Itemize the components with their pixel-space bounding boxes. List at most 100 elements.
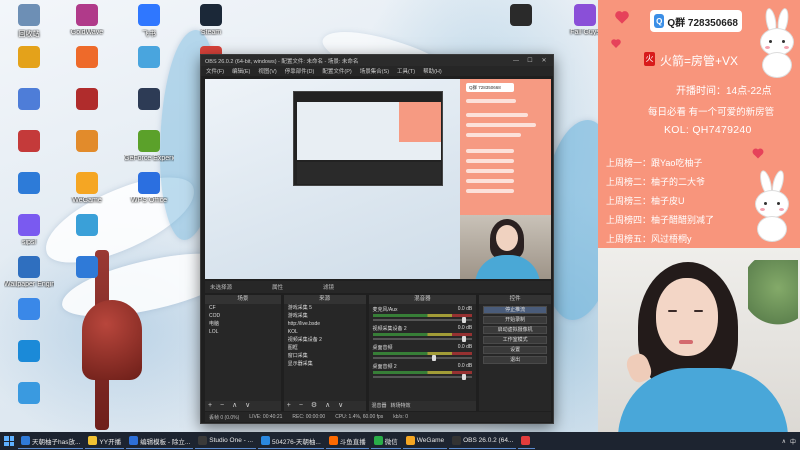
desktop-shortcut[interactable] — [62, 130, 112, 174]
obs-titlebar[interactable]: OBS 26.0.2 (64-bit, windows) - 配置文件: 未命名… — [201, 55, 553, 66]
taskbar-app-button[interactable]: OBS 26.0.2 (64... — [449, 433, 517, 449]
menu-view[interactable]: 视图(V) — [258, 67, 276, 75]
stop-streaming-button[interactable]: 停止推流 — [483, 306, 547, 314]
desktop-shortcut[interactable] — [4, 130, 54, 174]
desktop-shortcut[interactable] — [62, 46, 112, 90]
taskbar-app-button[interactable]: 天朝柚子has放... — [18, 433, 84, 449]
menu-docks[interactable]: 停靠部件(D) — [285, 67, 315, 75]
qq-icon: Q — [654, 14, 665, 28]
source-item[interactable]: http://live.bsde — [284, 320, 366, 328]
menu-scene-collection[interactable]: 场景集合(S) — [360, 67, 389, 75]
desktop-shortcut[interactable] — [4, 88, 54, 132]
desktop-shortcut[interactable]: 飞书 — [124, 4, 174, 48]
taskbar-app-label: 斗鱼直播 — [339, 438, 366, 446]
source-item[interactable]: 显示器采集 — [284, 360, 366, 368]
taskbar-app-button[interactable]: 微信 — [370, 433, 401, 449]
scenes-toolbar[interactable]: + − ∧ ∨ — [205, 401, 281, 411]
app-icon — [76, 172, 98, 194]
sources-toolbar[interactable]: + − ⚙ ∧ ∨ — [283, 401, 366, 411]
desktop-shortcut[interactable] — [4, 298, 54, 342]
filters-button[interactable]: 滤镜 — [323, 283, 334, 291]
obs-preview[interactable]: Q群 728350668 — [205, 79, 551, 279]
input-method-indicator[interactable]: 中 — [790, 437, 796, 446]
menu-profile[interactable]: 配置文件(P) — [322, 67, 351, 75]
desktop-shortcut[interactable]: 回收站 — [4, 4, 54, 48]
source-item[interactable]: 游戏采集 5 — [284, 304, 366, 312]
app-icon — [76, 256, 98, 278]
source-item[interactable]: 图框 — [284, 344, 366, 352]
menu-tools[interactable]: 工具(T) — [397, 67, 415, 75]
desktop-shortcut[interactable]: GoldWave — [62, 4, 112, 48]
taskbar-app-icon — [521, 436, 531, 445]
obs-statusbar: 丢帧 0 (0.0%) LIVE: 00:40:21 REC: 00:00:00… — [205, 412, 551, 422]
desktop-shortcut-label: sipsl — [21, 239, 36, 246]
desktop-shortcut[interactable] — [62, 88, 112, 132]
desktop-shortcut[interactable]: sipsl — [4, 214, 54, 258]
channel-db: 0.0 dB — [457, 344, 473, 350]
tab-transitions[interactable]: 转场特效 — [391, 401, 411, 411]
properties-button[interactable]: 属性 — [272, 283, 283, 291]
settings-button[interactable]: 设置 — [483, 346, 547, 354]
tab-mixer[interactable]: 混音器 — [372, 401, 387, 411]
taskbar-app-icon — [88, 436, 98, 445]
kol-id: KOL: QH7479240 — [664, 124, 752, 136]
obs-window[interactable]: OBS 26.0.2 (64-bit, windows) - 配置文件: 未命名… — [200, 54, 554, 424]
taskbar-app-button[interactable]: Studio One - ... — [195, 433, 256, 449]
taskbar-app-button[interactable]: WeGame — [402, 433, 448, 449]
maximize-button[interactable]: ☐ — [525, 57, 535, 64]
source-item[interactable]: 游戏采集 — [284, 312, 366, 320]
desktop-shortcut-label: 回收站 — [18, 31, 40, 38]
source-item[interactable]: 窗口采集 — [284, 352, 366, 360]
taskbar-app-button[interactable] — [518, 433, 536, 449]
desktop-shortcut[interactable] — [124, 46, 174, 90]
taskbar-app-icon — [328, 436, 338, 445]
source-item[interactable]: 视频采集设备 2 — [284, 336, 366, 344]
volume-slider[interactable] — [372, 317, 473, 323]
taskbar-app-button[interactable]: 504276-天朝柚... — [258, 433, 324, 449]
taskbar-app-icon — [261, 436, 270, 445]
volume-meter — [372, 333, 473, 336]
app-icon — [76, 4, 98, 26]
taskbar-app-label: WeGame — [416, 437, 445, 444]
menu-file[interactable]: 文件(F) — [206, 67, 224, 75]
scene-item[interactable]: COD — [205, 312, 281, 320]
start-recording-button[interactable]: 开始录制 — [483, 316, 547, 324]
volume-slider[interactable] — [372, 355, 473, 361]
taskbar-app-button[interactable]: YY开播 — [85, 433, 125, 449]
scene-item[interactable]: 电脑 — [205, 320, 281, 328]
desktop-shortcut[interactable] — [62, 256, 112, 300]
desktop-shortcut[interactable] — [4, 46, 54, 90]
minimize-button[interactable]: — — [511, 58, 521, 64]
taskbar-app-button[interactable]: 斗鱼直播 — [325, 433, 369, 449]
taskbar-app-button[interactable]: 编辑模板 - 除立... — [126, 433, 194, 449]
desktop-shortcut[interactable] — [124, 88, 174, 132]
desktop-shortcut[interactable]: Wallpaper Engine — [4, 256, 54, 300]
desktop-shortcut[interactable]: WeGame — [62, 172, 112, 216]
desktop-shortcut[interactable] — [4, 340, 54, 384]
studio-mode-button[interactable]: 工作室模式 — [483, 336, 547, 344]
windows-start-icon[interactable] — [2, 434, 16, 448]
menu-edit[interactable]: 编辑(E) — [232, 67, 250, 75]
desktop-shortcut[interactable]: WPS Office — [124, 172, 174, 216]
desktop-shortcut[interactable]: Fall Guys — [560, 4, 598, 48]
desktop-shortcut[interactable] — [496, 4, 546, 48]
webcam-feed — [598, 248, 800, 432]
volume-slider[interactable] — [372, 374, 473, 380]
desktop-shortcut[interactable]: GeForce Experience — [124, 130, 174, 174]
volume-slider[interactable] — [372, 336, 473, 342]
menu-help[interactable]: 帮助(H) — [423, 67, 442, 75]
scene-item[interactable]: LOL — [205, 328, 281, 336]
qq-group-box: Q Q群 728350668 — [650, 10, 742, 32]
source-item[interactable]: KOL — [284, 328, 366, 336]
desktop-shortcut[interactable] — [4, 382, 54, 426]
desktop-shortcut[interactable] — [4, 172, 54, 216]
exit-button[interactable]: 退出 — [483, 356, 547, 364]
close-button[interactable]: ✕ — [539, 57, 549, 64]
desktop-shortcut[interactable]: Steam — [186, 4, 236, 48]
desktop-shortcut[interactable] — [62, 214, 112, 258]
desktop-shortcut-label: GeForce Experience — [124, 155, 174, 162]
app-icon — [18, 214, 40, 236]
start-virtual-camera-button[interactable]: 启动虚拟摄像机 — [483, 326, 547, 334]
tray-expand-icon[interactable]: ∧ — [782, 438, 786, 445]
scene-item[interactable]: CF — [205, 304, 281, 312]
